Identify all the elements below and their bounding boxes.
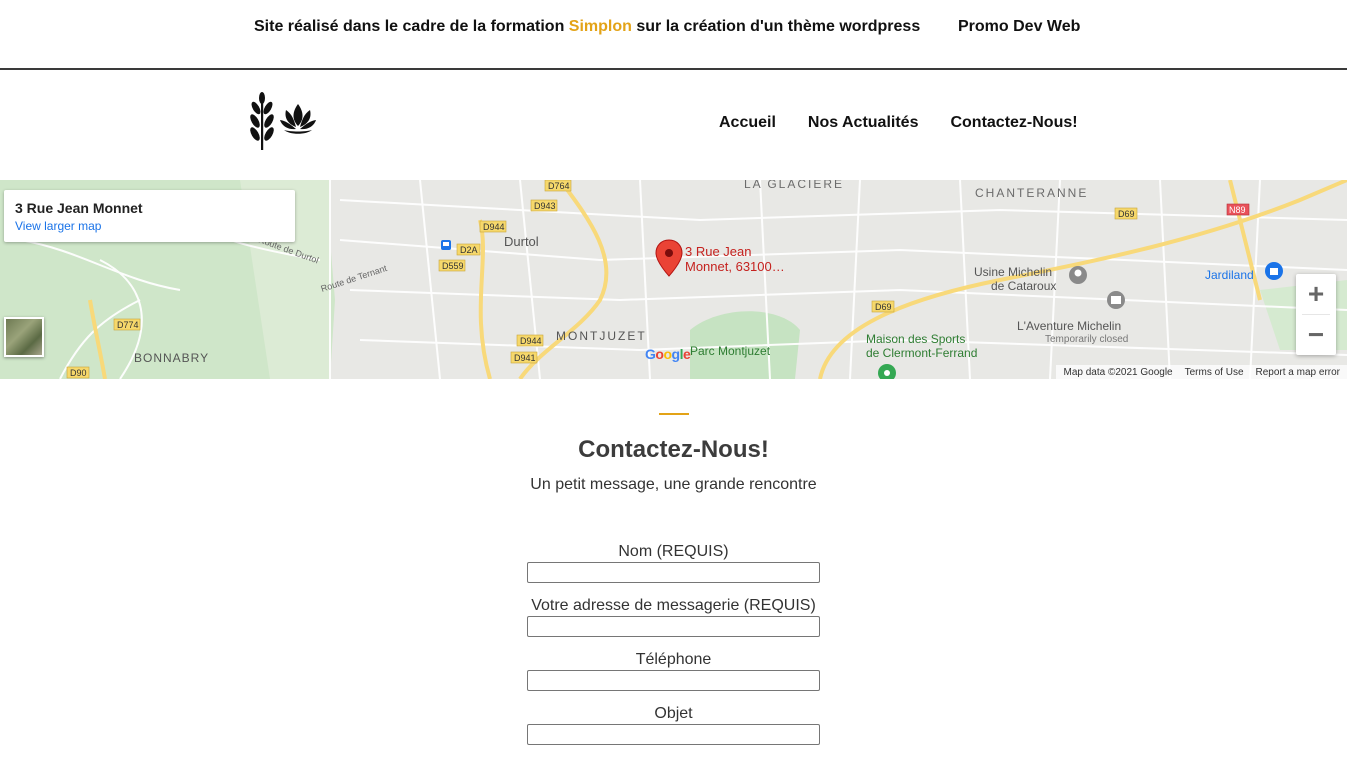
email-label: Votre adresse de messagerie (REQUIS): [531, 597, 816, 614]
map-place-montjuzet: MONTJUZET: [556, 329, 647, 343]
telephone-input[interactable]: [527, 670, 820, 691]
leaf-lotus-logo-icon[interactable]: [248, 90, 320, 152]
map-place-bonnabry: BONNABRY: [134, 351, 209, 365]
map-road-d944-south: D944: [520, 336, 542, 346]
map-road-n89: N89: [1229, 205, 1246, 215]
zoom-in-button[interactable]: +: [1296, 274, 1336, 314]
banner-promo: Promo Dev Web: [958, 18, 1081, 35]
map-place-temporarily-closed: Temporarily closed: [1045, 334, 1128, 345]
telephone-label: Téléphone: [635, 651, 712, 668]
map-zoom-controls: + −: [1296, 274, 1336, 355]
map-data-credit: Map data ©2021 Google: [1063, 366, 1173, 378]
banner-accent-simplon: Simplon: [568, 18, 632, 35]
map-place-usine-michelin: Usine Michelin: [974, 265, 1052, 279]
map-road-d774: D774: [117, 320, 139, 330]
google-logo-icon: Google: [645, 346, 691, 362]
banner-text-before: Site réalisé dans le cadre de la formati…: [254, 18, 569, 35]
field-objet: Objet: [527, 705, 820, 745]
banner-text: Site réalisé dans le cadre de la formati…: [254, 18, 920, 36]
map-place-jardiland: Jardiland: [1205, 268, 1254, 282]
contact-section: Contactez-Nous! Un petit message, une gr…: [0, 379, 1347, 759]
site-header: Accueil Nos Actualités Contactez-Nous!: [0, 70, 1347, 178]
zoom-out-button[interactable]: −: [1296, 315, 1336, 355]
report-map-error-link[interactable]: Report a map error: [1256, 367, 1340, 378]
google-map[interactable]: LA GLACIERE CHANTERANNE Durtol MONTJUZET…: [0, 180, 1347, 379]
map-place-chanteranne: CHANTERANNE: [975, 186, 1088, 200]
map-place-parc-montjuzet: Parc Montjuzet: [690, 344, 771, 358]
contact-form: Nom (REQUIS) Votre adresse de messagerie…: [0, 543, 1347, 759]
satellite-toggle-button[interactable]: [4, 317, 44, 357]
field-email: Votre adresse de messagerie (REQUIS): [527, 597, 820, 637]
view-larger-map-link[interactable]: View larger map: [15, 219, 284, 233]
main-nav: Accueil Nos Actualités Contactez-Nous!: [719, 114, 1078, 132]
marker-label-line-1: 3 Rue Jean: [685, 244, 752, 259]
field-telephone: Téléphone: [527, 651, 820, 691]
map-road-d941: D941: [514, 353, 536, 363]
objet-label: Objet: [654, 705, 693, 722]
top-banner: Site réalisé dans le cadre de la formati…: [0, 0, 1347, 70]
nom-input[interactable]: [527, 562, 820, 583]
map-road-d764: D764: [548, 181, 570, 191]
map-road-d69-west: D69: [875, 302, 892, 312]
map-road-d2a: D2A: [460, 245, 478, 255]
contact-title: Contactez-Nous!: [578, 436, 769, 463]
map-info-card: 3 Rue Jean Monnet View larger map: [4, 190, 295, 242]
marker-label-line-2: Monnet, 63100…: [685, 259, 785, 274]
nom-label: Nom (REQUIS): [618, 543, 729, 560]
map-footer: Map data ©2021 Google Terms of Use Repor…: [1056, 365, 1347, 379]
map-place-maison-sports: Maison des Sports: [866, 332, 965, 346]
map-road-d943: D943: [534, 201, 556, 211]
poi-museum-icon: [1107, 291, 1125, 309]
field-nom: Nom (REQUIS): [527, 543, 820, 583]
map-place-durtol: Durtol: [504, 234, 539, 249]
nav-accueil[interactable]: Accueil: [719, 114, 776, 132]
map-road-d69-east: D69: [1118, 209, 1135, 219]
objet-input[interactable]: [527, 724, 820, 745]
map-place-la-glaciere: LA GLACIERE: [744, 180, 844, 191]
map-place-clermont-ferrand: de Clermont-Ferrand: [866, 346, 977, 360]
terms-of-use-link[interactable]: Terms of Use: [1185, 367, 1244, 378]
map-place-cataroux: de Cataroux: [991, 279, 1056, 293]
nav-contact[interactable]: Contactez-Nous!: [950, 114, 1077, 132]
email-input[interactable]: [527, 616, 820, 637]
accent-divider: [658, 413, 689, 415]
poi-usine-icon: [1069, 266, 1087, 284]
map-road-d944: D944: [483, 222, 505, 232]
map-card-title: 3 Rue Jean Monnet: [15, 200, 143, 216]
nav-actualites[interactable]: Nos Actualités: [808, 114, 919, 132]
poi-shopping-icon: [1265, 262, 1283, 280]
banner-text-after: sur la création d'un thème wordpress: [631, 18, 921, 35]
map-road-d559: D559: [442, 261, 464, 271]
map-place-aventure-michelin: L'Aventure Michelin: [1017, 319, 1121, 333]
bus-stop-icon: [441, 240, 451, 250]
map-road-d90: D90: [70, 368, 87, 378]
contact-subtitle: Un petit message, une grande rencontre: [530, 476, 817, 493]
